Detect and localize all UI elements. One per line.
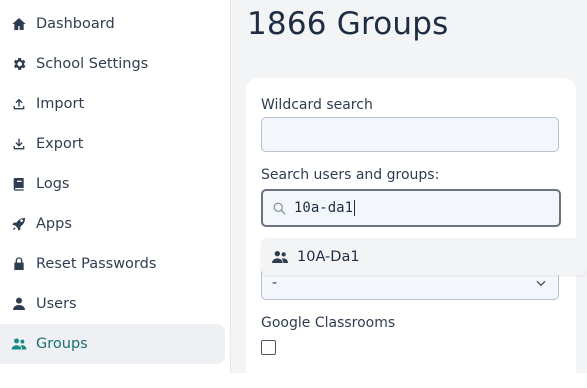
user-icon (10, 295, 28, 313)
sidebar-item-label: Reset Passwords (36, 256, 157, 272)
search-users-groups-input[interactable]: 10a-da1 (261, 189, 561, 227)
sidebar-item-label: Groups (36, 336, 88, 352)
sidebar-item-label: Users (36, 296, 77, 312)
home-icon (10, 15, 28, 33)
search-suggestion-item[interactable]: 10A-Da1 (261, 238, 587, 275)
sidebar-item-reset-passwords[interactable]: Reset Passwords (0, 244, 225, 284)
page-title: 1866 Groups (247, 6, 449, 42)
sidebar-item-import[interactable]: Import (0, 84, 225, 124)
filter-card: Wildcard search Search users and groups:… (246, 78, 576, 388)
chevron-down-icon (536, 280, 546, 286)
sidebar-item-dashboard[interactable]: Dashboard (0, 4, 225, 44)
download-icon (10, 135, 28, 153)
sidebar-item-export[interactable]: Export (0, 124, 225, 164)
sidebar-item-groups[interactable]: Groups (0, 324, 225, 364)
wildcard-search-input[interactable] (261, 117, 559, 152)
lock-icon (10, 255, 28, 273)
sidebar-item-label: Import (36, 96, 85, 112)
rocket-icon (10, 215, 28, 233)
search-users-groups-label: Search users and groups: (261, 167, 440, 183)
sidebar: Dashboard School Settings Import Export … (0, 0, 231, 373)
book-icon (10, 175, 28, 193)
users-icon (272, 250, 288, 263)
sidebar-item-label: Logs (36, 176, 70, 192)
sidebar-item-label: Export (36, 136, 84, 152)
text-caret (354, 200, 356, 216)
google-classrooms-checkbox[interactable] (261, 340, 276, 355)
select-value: - (272, 274, 278, 291)
sidebar-item-users[interactable]: Users (0, 284, 225, 324)
gear-icon (10, 55, 28, 73)
sidebar-item-apps[interactable]: Apps (0, 204, 225, 244)
google-classrooms-label: Google Classrooms (261, 315, 396, 331)
main-content: 1866 Groups Wildcard search Search users… (231, 0, 587, 388)
sidebar-item-label: Dashboard (36, 16, 115, 32)
sidebar-item-school-settings[interactable]: School Settings (0, 44, 225, 84)
wildcard-search-label: Wildcard search (261, 97, 373, 113)
users-icon (10, 335, 28, 353)
search-input-value: 10a-da1 (294, 200, 354, 216)
upload-icon (10, 95, 28, 113)
search-icon (273, 202, 286, 215)
sidebar-item-label: School Settings (36, 56, 149, 72)
sidebar-item-label: Apps (36, 216, 72, 232)
sidebar-item-logs[interactable]: Logs (0, 164, 225, 204)
suggestion-label: 10A-Da1 (297, 248, 360, 265)
